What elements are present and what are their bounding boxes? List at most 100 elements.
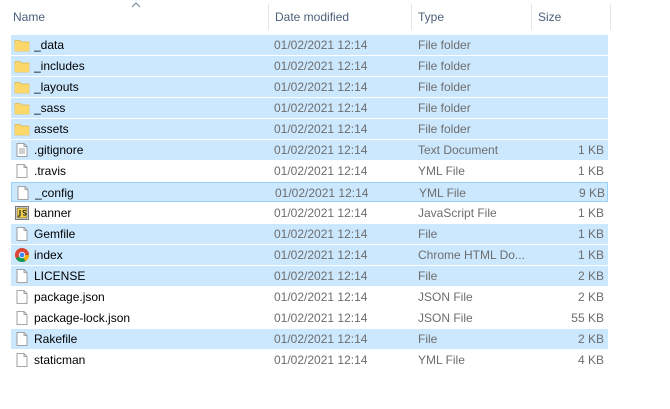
file-size: 1 KB <box>577 248 604 262</box>
file-row[interactable]: _layouts 01/02/2021 12:14 File folder <box>11 77 608 97</box>
file-type: JSON File <box>418 311 473 325</box>
file-date-modified: 01/02/2021 12:14 <box>274 164 368 178</box>
file-name: Gemfile <box>34 227 76 241</box>
file-type: File folder <box>418 80 471 94</box>
folder-icon <box>14 58 30 74</box>
file-row[interactable]: _sass 01/02/2021 12:14 File folder <box>11 98 608 118</box>
file-name: assets <box>34 122 69 136</box>
file-row[interactable]: package-lock.json 01/02/2021 12:14 JSON Fi… <box>11 308 608 328</box>
chrome-icon <box>14 247 30 263</box>
file-type: Chrome HTML Do... <box>418 248 525 262</box>
column-header-size[interactable]: Size <box>531 4 611 30</box>
file-type: YML File <box>419 186 466 200</box>
file-name: index <box>34 248 63 262</box>
file-name: staticman <box>34 353 86 367</box>
file-size <box>536 119 604 139</box>
file-row[interactable]: banner 01/02/2021 12:14 JavaScript File 1 K… <box>11 203 608 223</box>
file-size: 1 KB <box>577 164 604 178</box>
file-date-modified: 01/02/2021 12:14 <box>274 206 368 220</box>
file-size: 2 KB <box>577 332 604 346</box>
file-date-modified: 01/02/2021 12:14 <box>274 269 368 283</box>
file-size <box>536 56 604 76</box>
javascript-file-icon <box>14 205 30 221</box>
file-date-modified: 01/02/2021 12:14 <box>274 332 368 346</box>
column-header-name[interactable]: Name <box>7 4 268 30</box>
file-name: banner <box>34 206 72 220</box>
file-icon <box>14 163 30 179</box>
file-row[interactable]: index 01/02/2021 12:14 Chrome HTML Do... 1 … <box>11 245 608 265</box>
file-size: 2 KB <box>577 290 604 304</box>
file-icon <box>14 310 30 326</box>
file-type: File folder <box>418 38 471 52</box>
file-size: 1 KB <box>577 227 604 241</box>
file-row[interactable]: Gemfile 01/02/2021 12:14 File 1 KB <box>11 224 608 244</box>
file-date-modified: 01/02/2021 12:14 <box>274 122 368 136</box>
file-date-modified: 01/02/2021 12:14 <box>274 353 368 367</box>
file-name: _includes <box>34 59 85 73</box>
file-date-modified: 01/02/2021 12:14 <box>274 101 368 115</box>
file-type: YML File <box>418 353 465 367</box>
file-row[interactable]: staticman 01/02/2021 12:14 YML File 4 KB <box>11 350 608 370</box>
file-date-modified: 01/02/2021 12:14 <box>274 290 368 304</box>
file-icon <box>14 331 30 347</box>
file-type: File <box>418 269 438 283</box>
file-date-modified: 01/02/2021 12:14 <box>274 38 368 52</box>
folder-icon <box>14 79 30 95</box>
file-name: _data <box>34 38 65 52</box>
file-size: 2 KB <box>577 269 604 283</box>
file-type: JSON File <box>418 290 473 304</box>
folder-icon <box>14 37 30 53</box>
file-name: .gitignore <box>34 143 84 157</box>
file-name: LICENSE <box>34 269 86 283</box>
file-name: _layouts <box>34 80 79 94</box>
file-type: Text Document <box>418 143 499 157</box>
file-icon <box>15 185 31 201</box>
file-type: JavaScript File <box>418 206 497 220</box>
file-type: YML File <box>418 164 465 178</box>
file-row[interactable]: assets 01/02/2021 12:14 File folder <box>11 119 608 139</box>
file-size <box>536 35 604 55</box>
file-name: _sass <box>34 101 66 115</box>
file-type: File folder <box>418 122 471 136</box>
file-size <box>536 98 604 118</box>
file-row[interactable]: _includes 01/02/2021 12:14 File folder <box>11 56 608 76</box>
file-size: 1 KB <box>577 143 604 157</box>
column-header-bar: Name Date modified Type Size <box>0 0 670 34</box>
file-date-modified: 01/02/2021 12:14 <box>274 59 368 73</box>
file-row[interactable]: LICENSE 01/02/2021 12:14 File 2 KB <box>11 266 608 286</box>
file-date-modified: 01/02/2021 12:14 <box>274 311 368 325</box>
file-type: File <box>418 332 438 346</box>
file-icon <box>14 268 30 284</box>
column-header-type[interactable]: Type <box>411 4 531 30</box>
file-size: 1 KB <box>577 206 604 220</box>
file-name: package.json <box>34 290 105 304</box>
file-row[interactable]: _config 01/02/2021 12:14 YML File 9 KB <box>11 182 608 202</box>
column-header-date-modified[interactable]: Date modified <box>268 4 411 30</box>
file-row[interactable]: Rakefile 01/02/2021 12:14 File 2 KB <box>11 329 608 349</box>
file-icon <box>14 226 30 242</box>
file-name: Rakefile <box>34 332 78 346</box>
file-name: _config <box>35 186 74 200</box>
file-size <box>536 77 604 97</box>
file-row[interactable]: _data 01/02/2021 12:14 File folder <box>11 35 608 55</box>
file-date-modified: 01/02/2021 12:14 <box>274 227 368 241</box>
file-icon <box>14 352 30 368</box>
folder-icon <box>14 100 30 116</box>
file-date-modified: 01/02/2021 12:14 <box>274 248 368 262</box>
file-date-modified: 01/02/2021 12:14 <box>274 143 368 157</box>
file-size: 9 KB <box>578 186 605 200</box>
file-row[interactable]: .gitignore 01/02/2021 12:14 Text Document 1… <box>11 140 608 160</box>
file-name: .travis <box>34 164 67 178</box>
file-row[interactable]: .travis 01/02/2021 12:14 YML File 1 KB <box>11 161 608 181</box>
file-icon <box>14 289 30 305</box>
file-type: File folder <box>418 101 471 115</box>
file-size: 4 KB <box>577 353 604 367</box>
folder-icon <box>14 121 30 137</box>
file-type: File <box>418 227 438 241</box>
file-date-modified: 01/02/2021 12:14 <box>275 186 369 200</box>
file-type: File folder <box>418 59 471 73</box>
file-name: package-lock.json <box>34 311 131 325</box>
file-size: 55 KB <box>571 311 604 325</box>
file-row[interactable]: package.json 01/02/2021 12:14 JSON File 2 K… <box>11 287 608 307</box>
file-date-modified: 01/02/2021 12:14 <box>274 80 368 94</box>
